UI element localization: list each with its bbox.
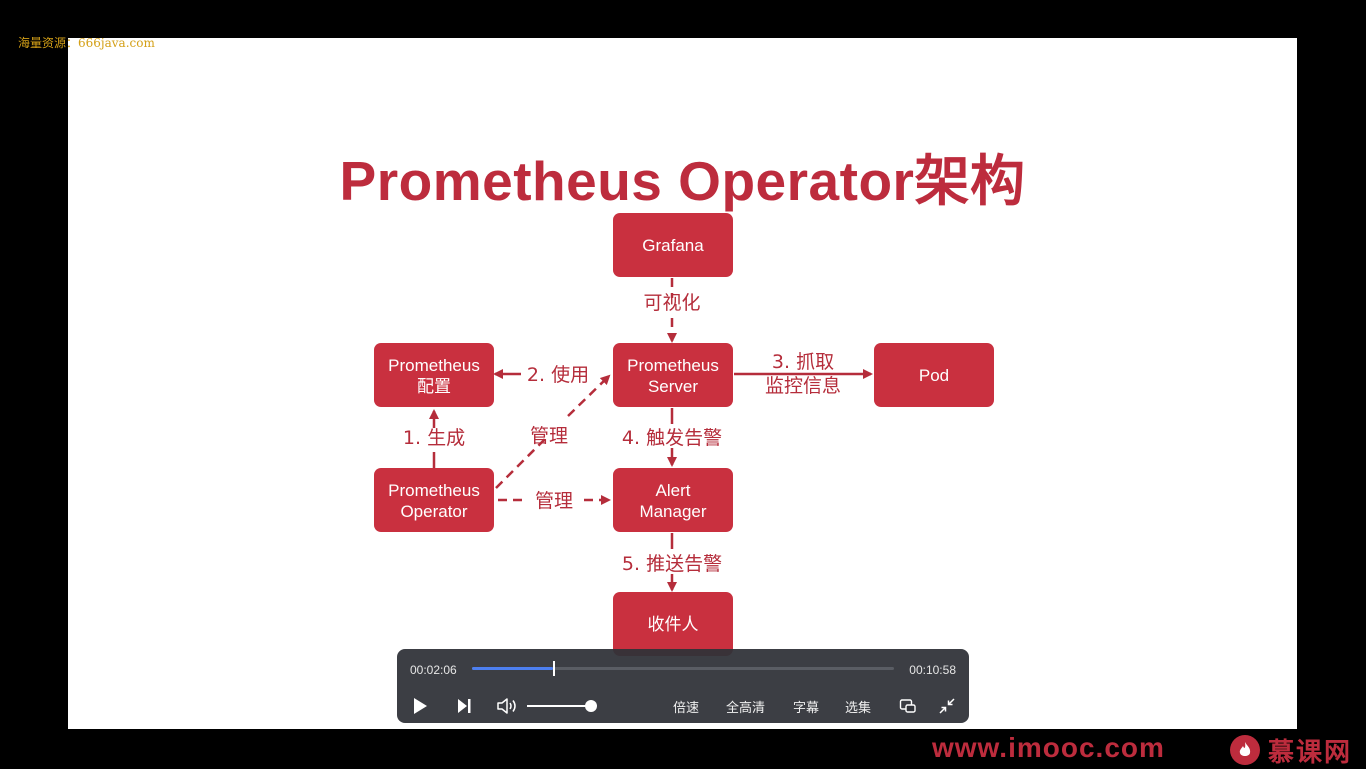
node-prometheus-server: Prometheus Server (613, 343, 733, 407)
svg-text:Server: Server (648, 377, 698, 396)
edge-label-scrape-1: 3. 抓取 (772, 351, 834, 373)
svg-text:Prometheus: Prometheus (627, 356, 719, 375)
next-button[interactable] (453, 695, 475, 717)
total-time: 00:10:58 (909, 663, 956, 677)
svg-text:收件人: 收件人 (648, 615, 699, 634)
progress-handle[interactable] (553, 661, 556, 676)
svg-text:配置: 配置 (417, 377, 451, 396)
speed-button[interactable]: 倍速 (673, 697, 699, 716)
node-grafana: Grafana (613, 213, 733, 277)
volume-knob[interactable] (585, 700, 597, 712)
edge-label-generate: 1. 生成 (403, 427, 465, 449)
video-player-controls: 00:02:06 00:10:58 倍速 全高清 字幕 选集 (397, 649, 969, 723)
play-icon (414, 698, 427, 714)
svg-text:Prometheus: Prometheus (388, 481, 480, 500)
node-pod: Pod (874, 343, 994, 407)
edge-label-scrape-2: 监控信息 (765, 375, 841, 397)
svg-text:Grafana: Grafana (642, 236, 704, 255)
exit-fullscreen-button[interactable] (936, 695, 958, 717)
progress-fill (472, 667, 554, 670)
svg-text:Prometheus: Prometheus (388, 356, 480, 375)
edge-label-use: 2. 使用 (527, 364, 589, 386)
edge-alertmanager-to-receiver: 5. 推送告警 (622, 533, 722, 592)
node-prometheus-operator: Prometheus Operator (374, 468, 494, 532)
current-time: 00:02:06 (410, 663, 457, 677)
edge-server-to-pod: 3. 抓取 监控信息 (734, 351, 873, 397)
svg-text:Manager: Manager (639, 502, 706, 521)
subtitle-button[interactable]: 字幕 (793, 697, 819, 716)
edge-operator-to-alertmanager: 管理 (498, 490, 611, 512)
edge-server-to-alertmanager: 4. 触发告警 (622, 408, 722, 467)
architecture-diagram: 可视化 2. 使用 3. 抓取 监控信息 1. 生成 管理 管理 4. 触发告警… (374, 213, 994, 656)
footer-site-url: www.imooc.com (932, 732, 1165, 763)
slide: Prometheus Operator架构 可视化 2. 使用 3. 抓取 监控… (68, 38, 1297, 729)
node-prometheus-config: Prometheus 配置 (374, 343, 494, 407)
pip-button[interactable] (897, 695, 919, 717)
quality-button[interactable]: 全高清 (726, 697, 765, 716)
footer-brand-logo: 慕课网 (1230, 734, 1353, 768)
play-button[interactable] (409, 695, 431, 717)
node-alertmanager: Alert Manager (613, 468, 733, 532)
edge-label-push: 5. 推送告警 (622, 553, 722, 575)
skip-next-icon (458, 699, 471, 713)
edge-label-trigger: 4. 触发告警 (622, 427, 722, 449)
edge-operator-to-config: 1. 生成 (403, 409, 465, 468)
exit-fullscreen-icon (939, 698, 955, 714)
edge-label-visualize: 可视化 (643, 292, 700, 314)
volume-slider[interactable] (527, 700, 597, 712)
edge-operator-to-server: 管理 (495, 374, 611, 489)
footer-brand-name: 慕课网 (1268, 737, 1353, 768)
edge-label-manage-horizontal: 管理 (535, 490, 573, 512)
edge-server-to-config: 2. 使用 (493, 364, 589, 386)
edge-label-manage-diagonal: 管理 (530, 425, 568, 447)
edge-grafana-to-server: 可视化 (643, 278, 701, 343)
svg-text:Pod: Pod (919, 366, 949, 385)
episodes-button[interactable]: 选集 (845, 697, 871, 716)
watermark-text: 海量资源：666java.com (18, 36, 155, 50)
svg-text:Alert: Alert (656, 481, 691, 500)
flame-icon (1230, 735, 1260, 765)
volume-icon (497, 698, 516, 714)
picture-in-picture-icon (899, 699, 916, 713)
node-receiver: 收件人 (613, 592, 733, 656)
volume-fill (527, 705, 591, 707)
svg-text:Operator: Operator (400, 502, 467, 521)
progress-bar[interactable] (472, 661, 894, 676)
volume-button[interactable] (495, 695, 519, 717)
